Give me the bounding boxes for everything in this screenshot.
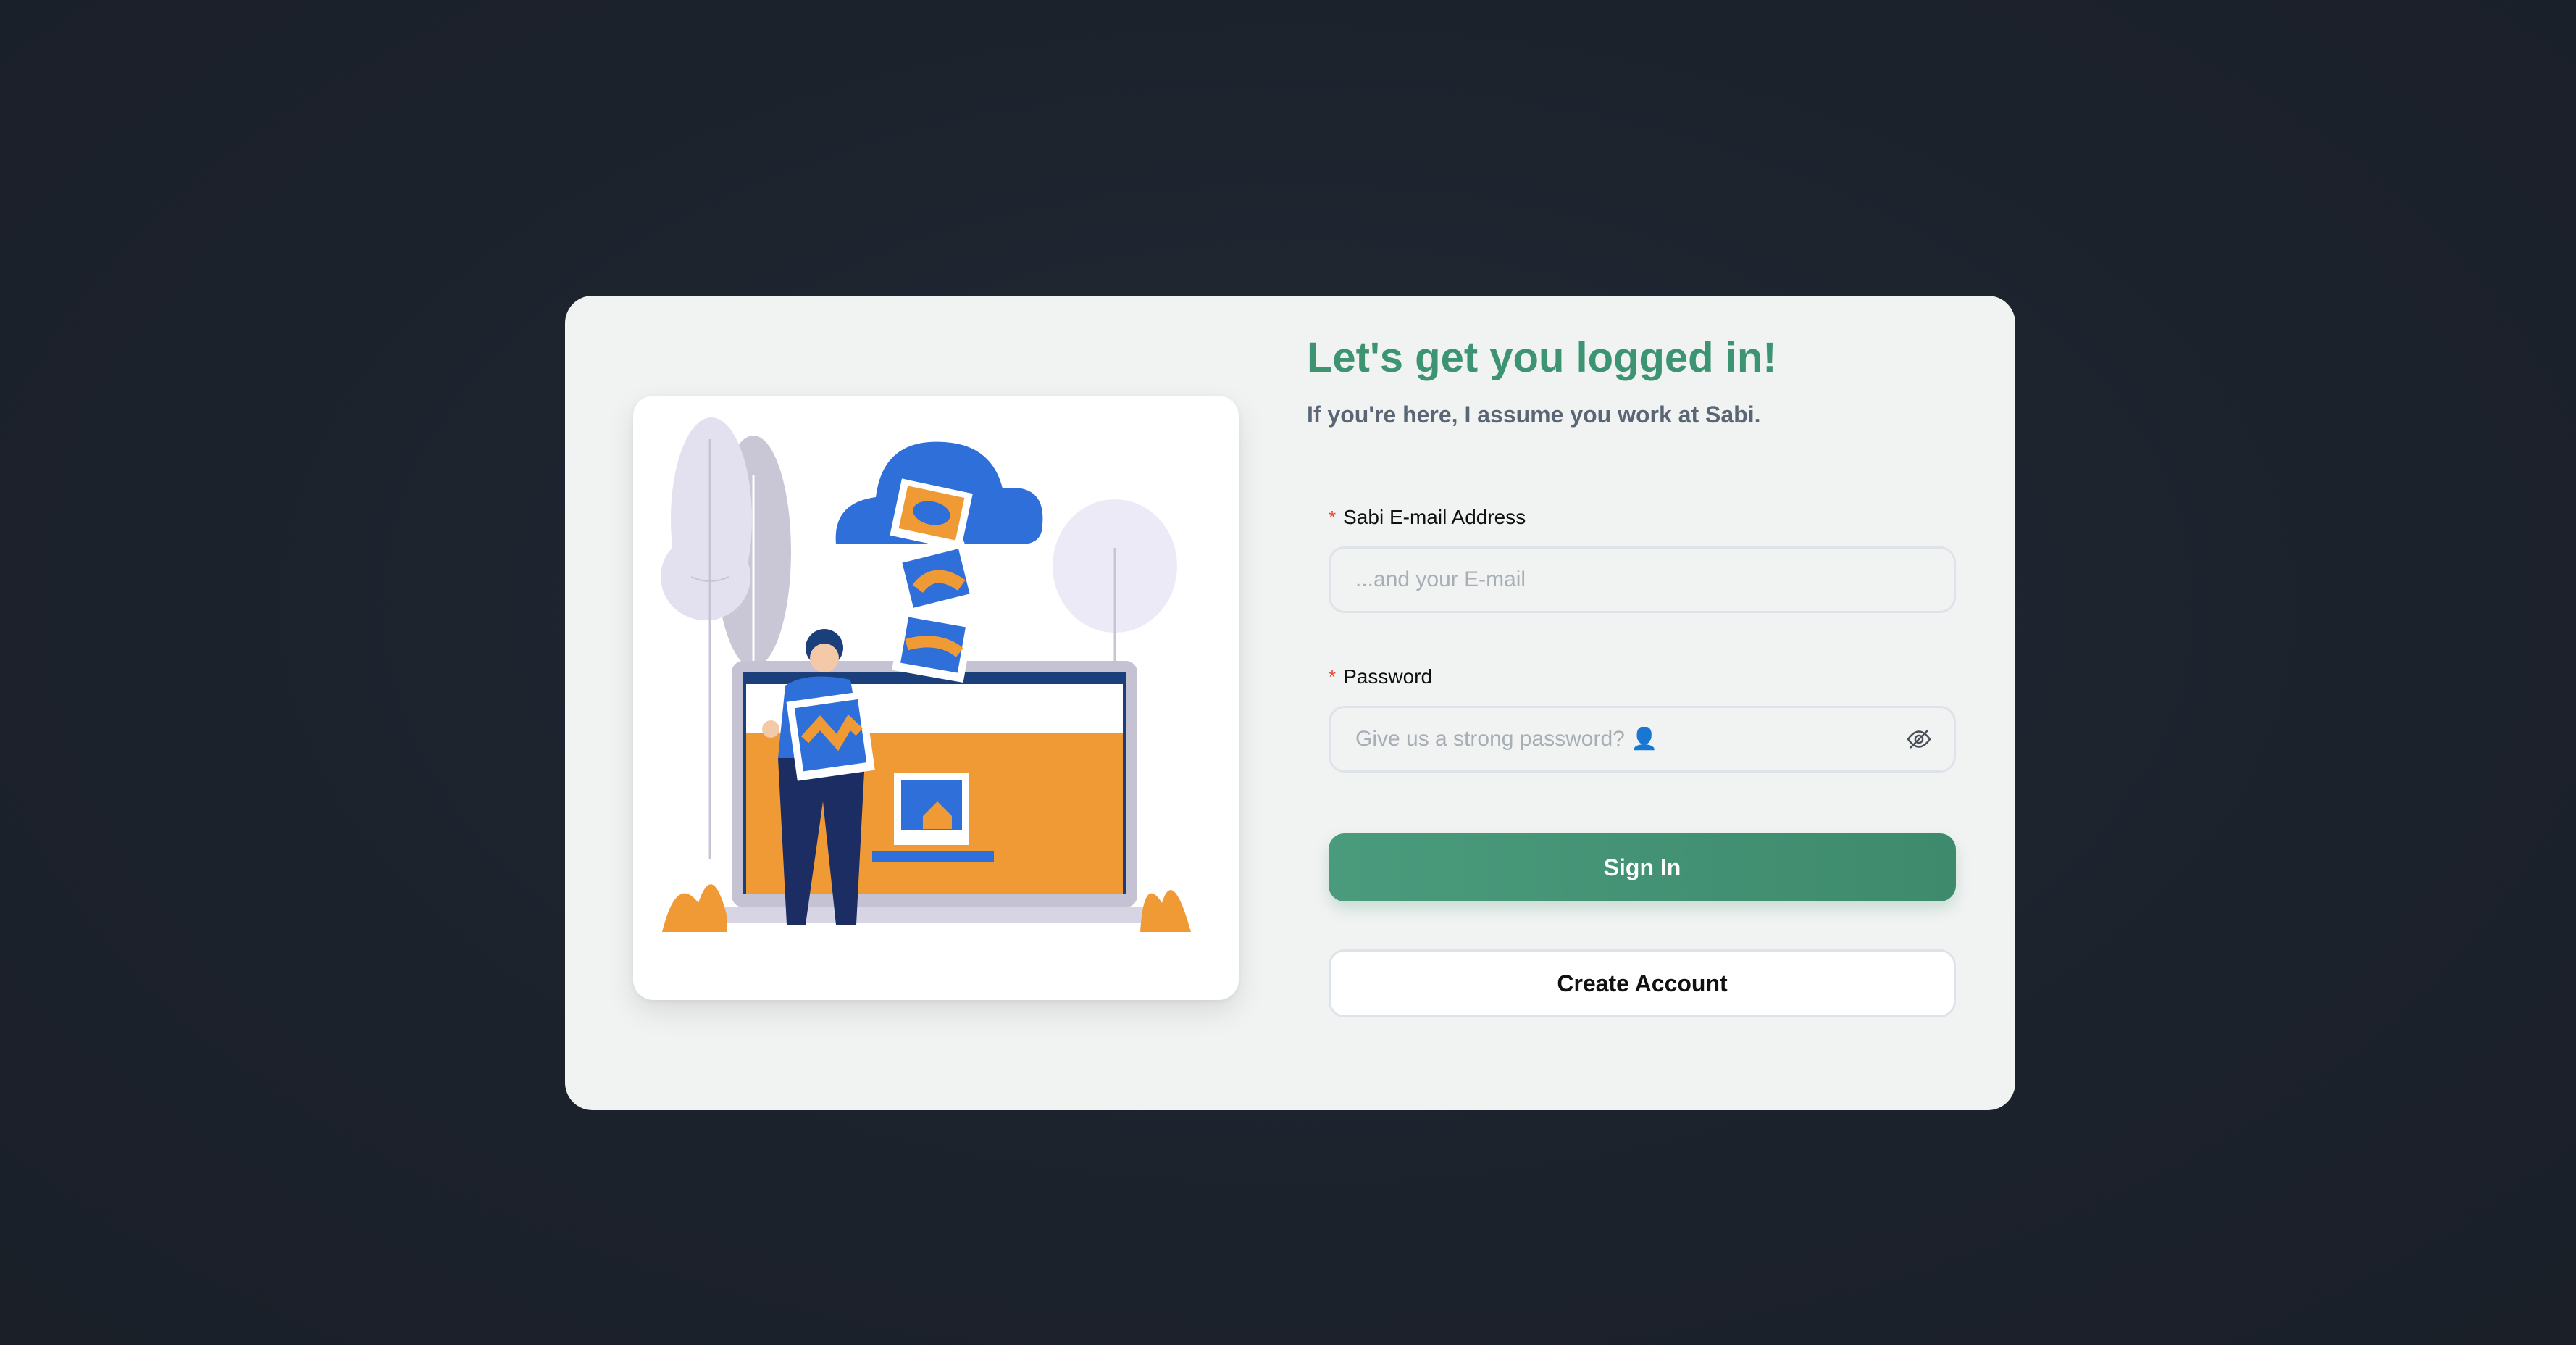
email-label-text: Sabi E-mail Address [1343,506,1526,528]
sign-in-button[interactable]: Sign In [1329,833,1956,901]
page-title: Let's get you logged in! [1307,334,1777,381]
create-account-button[interactable]: Create Account [1329,949,1956,1017]
login-card: Let's get you logged in! If you're here,… [565,296,2015,1110]
person-uploading-photos-illustration [661,417,1191,932]
password-field-wrapper [1329,706,1956,773]
required-marker: * [1329,507,1337,528]
password-field[interactable] [1331,727,1954,751]
required-marker: * [1329,666,1337,688]
password-label-text: Password [1343,665,1433,688]
email-field[interactable] [1331,567,1954,592]
email-label: * Sabi E-mail Address [1329,506,1526,529]
page-subtitle: If you're here, I assume you work at Sab… [1307,401,1761,428]
eye-slash-icon[interactable] [1906,726,1932,752]
password-label: * Password [1329,665,1432,688]
email-field-wrapper [1329,546,1956,613]
illustration-panel [633,396,1239,1000]
